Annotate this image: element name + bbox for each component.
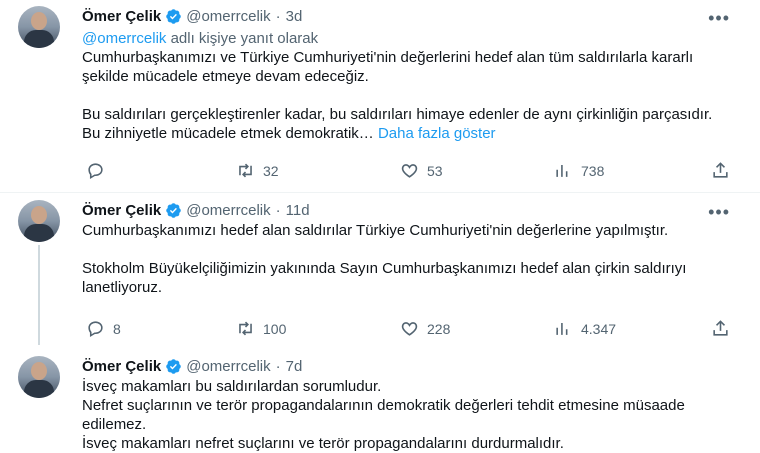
separator-dot: · bbox=[275, 358, 281, 375]
tweet-text: @omerrcelik adlı kişiye yanıt olarak Cum… bbox=[82, 29, 722, 143]
reply-button[interactable] bbox=[86, 161, 113, 180]
more-options-icon[interactable]: ••• bbox=[708, 202, 730, 223]
retweet-button[interactable]: 100 bbox=[236, 319, 286, 338]
heart-icon bbox=[401, 164, 418, 178]
author-handle[interactable]: @omerrcelik bbox=[186, 202, 270, 219]
share-icon bbox=[713, 162, 728, 178]
tweet-line: İsveç makamları nefret suçlarını ve terö… bbox=[82, 435, 564, 452]
tweet-line: Nefret suçlarının ve terör propagandalar… bbox=[82, 397, 685, 433]
avatar[interactable] bbox=[18, 6, 60, 48]
separator-dot: · bbox=[275, 202, 281, 219]
reply-mention-link[interactable]: @omerrcelik bbox=[82, 30, 166, 47]
retweet-count: 32 bbox=[263, 162, 279, 179]
tweet-paragraph: Cumhurbaşkanımızı ve Türkiye Cumhuriyeti… bbox=[82, 49, 694, 85]
reply-label: adlı kişiye yanıt olarak bbox=[166, 30, 319, 47]
reply-button[interactable]: 8 bbox=[86, 319, 121, 338]
analytics-icon bbox=[556, 322, 568, 335]
author-name[interactable]: Ömer Çelik bbox=[82, 8, 161, 25]
more-options-icon[interactable]: ••• bbox=[708, 8, 730, 29]
like-button[interactable]: 228 bbox=[400, 319, 450, 338]
tweet-header: Ömer Çelik @omerrcelik · 11d bbox=[82, 202, 310, 219]
replying-to: @omerrcelik adlı kişiye yanıt olarak bbox=[82, 29, 722, 48]
like-count: 53 bbox=[427, 162, 443, 179]
retweet-icon bbox=[239, 321, 252, 336]
tweet-header: Ömer Çelik @omerrcelik · 7d bbox=[82, 358, 302, 375]
tweet-divider bbox=[0, 192, 760, 193]
tweet-2[interactable]: Ömer Çelik @omerrcelik · 11d ••• Cumhurb… bbox=[0, 195, 760, 345]
tweet-3[interactable]: Ömer Çelik @omerrcelik · 7d İsveç makaml… bbox=[0, 350, 760, 453]
show-more-link[interactable]: Daha fazla göster bbox=[378, 125, 496, 142]
view-count: 4.347 bbox=[581, 320, 617, 337]
retweet-icon bbox=[239, 163, 252, 178]
tweet-line: İsveç makamları bu saldırılardan sorumlu… bbox=[82, 378, 382, 395]
share-icon bbox=[713, 320, 728, 336]
reply-icon bbox=[88, 321, 103, 338]
author-name[interactable]: Ömer Çelik bbox=[82, 358, 161, 375]
views-button[interactable]: 738 bbox=[554, 161, 604, 180]
tweet-1[interactable]: Ömer Çelik @omerrcelik · 3d ••• @omerrce… bbox=[0, 0, 760, 200]
verified-badge-icon bbox=[166, 203, 181, 218]
author-handle[interactable]: @omerrcelik bbox=[186, 358, 270, 375]
tweet-timestamp[interactable]: 7d bbox=[286, 358, 303, 375]
reply-count: 8 bbox=[113, 320, 121, 337]
tweet-text: Cumhurbaşkanımızı hedef alan saldırılar … bbox=[82, 221, 722, 297]
like-button[interactable]: 53 bbox=[400, 161, 443, 180]
avatar[interactable] bbox=[18, 200, 60, 242]
tweet-timestamp[interactable]: 11d bbox=[286, 202, 310, 219]
verified-badge-icon bbox=[166, 9, 181, 24]
tweet-paragraph: Stokholm Büyükelçiliğimizin yakınında Sa… bbox=[82, 260, 687, 296]
author-name[interactable]: Ömer Çelik bbox=[82, 202, 161, 219]
like-count: 228 bbox=[427, 320, 451, 337]
author-handle[interactable]: @omerrcelik bbox=[186, 8, 270, 25]
separator-dot: · bbox=[275, 8, 281, 25]
tweet-text: İsveç makamları bu saldırılardan sorumlu… bbox=[82, 377, 722, 453]
thread-connector-line bbox=[38, 245, 40, 345]
analytics-icon bbox=[556, 164, 568, 177]
heart-icon bbox=[401, 322, 418, 336]
tweet-timestamp[interactable]: 3d bbox=[286, 8, 303, 25]
view-count: 738 bbox=[581, 162, 605, 179]
share-button[interactable] bbox=[711, 161, 738, 180]
retweet-button[interactable]: 32 bbox=[236, 161, 279, 180]
tweet-header: Ömer Çelik @omerrcelik · 3d bbox=[82, 8, 302, 25]
tweet-paragraph: Bu saldırıları gerçekleştirenler kadar, … bbox=[82, 106, 713, 142]
tweet-actions: 8 100 228 4.347 bbox=[82, 319, 732, 341]
share-button[interactable] bbox=[711, 319, 738, 338]
tweet-paragraph: Cumhurbaşkanımızı hedef alan saldırılar … bbox=[82, 222, 669, 239]
tweet-actions: 32 53 738 bbox=[82, 161, 732, 183]
views-button[interactable]: 4.347 bbox=[554, 319, 616, 338]
verified-badge-icon bbox=[166, 359, 181, 374]
avatar[interactable] bbox=[18, 356, 60, 398]
retweet-count: 100 bbox=[263, 320, 287, 337]
reply-icon bbox=[88, 163, 103, 180]
